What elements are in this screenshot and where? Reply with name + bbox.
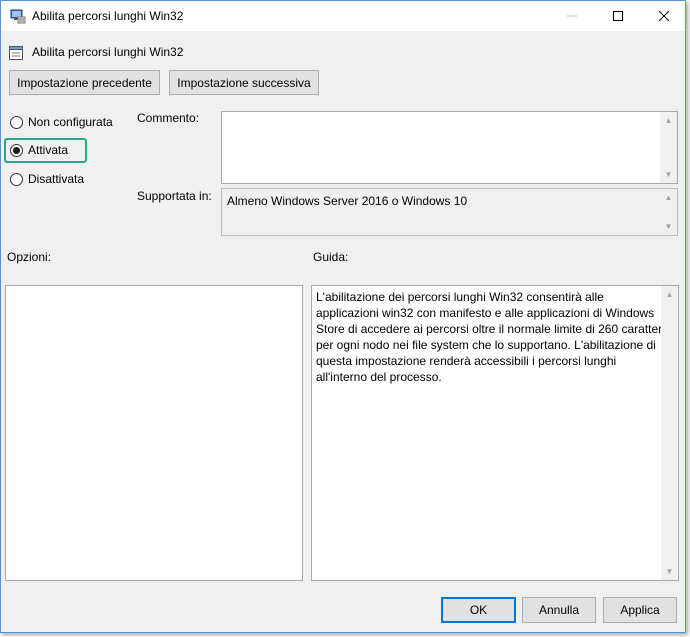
supported-on-field: Almeno Windows Server 2016 o Windows 10 …: [221, 188, 678, 236]
help-panel: L'abilitazione dei percorsi lunghi Win32…: [311, 285, 679, 581]
window-title: Abilita percorsi lunghi Win32: [32, 9, 184, 23]
title-bar: Abilita percorsi lunghi Win32: [1, 1, 685, 31]
previous-setting-button[interactable]: Impostazione precedente: [9, 70, 160, 95]
minimize-button: [549, 1, 595, 31]
help-label: Guida:: [313, 250, 349, 264]
policy-setting-icon: [9, 46, 23, 60]
close-icon: [659, 11, 669, 21]
comment-label: Commento:: [137, 111, 200, 125]
help-line: L'abilitazione dei percorsi lunghi Win32…: [316, 290, 604, 304]
help-line: Store di accedere ai percorsi oltre il n…: [316, 322, 665, 336]
options-panel: [5, 285, 303, 581]
supported-on-label: Supportata in:: [137, 189, 212, 203]
supported-on-value: Almeno Windows Server 2016 o Windows 10: [227, 194, 468, 208]
radio-label: Attivata: [28, 143, 69, 157]
scroll-up-icon[interactable]: ▲: [660, 189, 677, 206]
group-policy-icon: [10, 9, 26, 24]
radio-disabled[interactable]: Disattivata: [10, 172, 84, 186]
supported-on-scrollbar[interactable]: ▲ ▼: [660, 189, 677, 235]
options-label: Opzioni:: [7, 250, 52, 264]
help-text: L'abilitazione dei percorsi lunghi Win32…: [316, 289, 665, 385]
radio-button-icon: [10, 172, 23, 186]
radio-button-icon: [10, 115, 23, 129]
minimize-icon: [567, 15, 577, 17]
apply-button[interactable]: Applica: [603, 597, 677, 623]
ok-button[interactable]: OK: [441, 597, 516, 623]
scroll-down-icon[interactable]: ▼: [661, 563, 678, 580]
help-line: per ogni nodo nei file system che lo sup…: [316, 338, 656, 352]
radio-label: Disattivata: [28, 172, 85, 186]
cancel-button[interactable]: Annulla: [522, 597, 596, 623]
policy-name: Abilita percorsi lunghi Win32: [32, 45, 184, 59]
policy-dialog: Abilita percorsi lunghi Win32 Abilita pe…: [0, 0, 686, 633]
maximize-icon: [613, 11, 623, 21]
radio-label: Non configurata: [28, 115, 113, 129]
scroll-up-icon[interactable]: ▲: [660, 112, 677, 129]
scroll-up-icon[interactable]: ▲: [661, 286, 678, 303]
comment-textarea[interactable]: ▲ ▼: [221, 111, 678, 184]
next-setting-button[interactable]: Impostazione successiva: [169, 70, 319, 95]
help-scrollbar[interactable]: ▲ ▼: [661, 286, 678, 580]
radio-button-selected-icon: [10, 143, 23, 157]
scroll-down-icon[interactable]: ▼: [660, 166, 677, 183]
maximize-button[interactable]: [595, 1, 641, 31]
close-button[interactable]: [641, 1, 687, 31]
help-line: all'interno del processo.: [316, 370, 442, 384]
radio-enabled[interactable]: Attivata: [10, 143, 68, 157]
help-line: applicazioni win32 con manifesto e alle …: [316, 306, 655, 320]
help-line: questa impostazione renderà accessibili …: [316, 354, 617, 368]
radio-not-configured[interactable]: Non configurata: [10, 115, 113, 129]
comment-scrollbar[interactable]: ▲ ▼: [660, 112, 677, 183]
scroll-down-icon[interactable]: ▼: [660, 218, 677, 235]
